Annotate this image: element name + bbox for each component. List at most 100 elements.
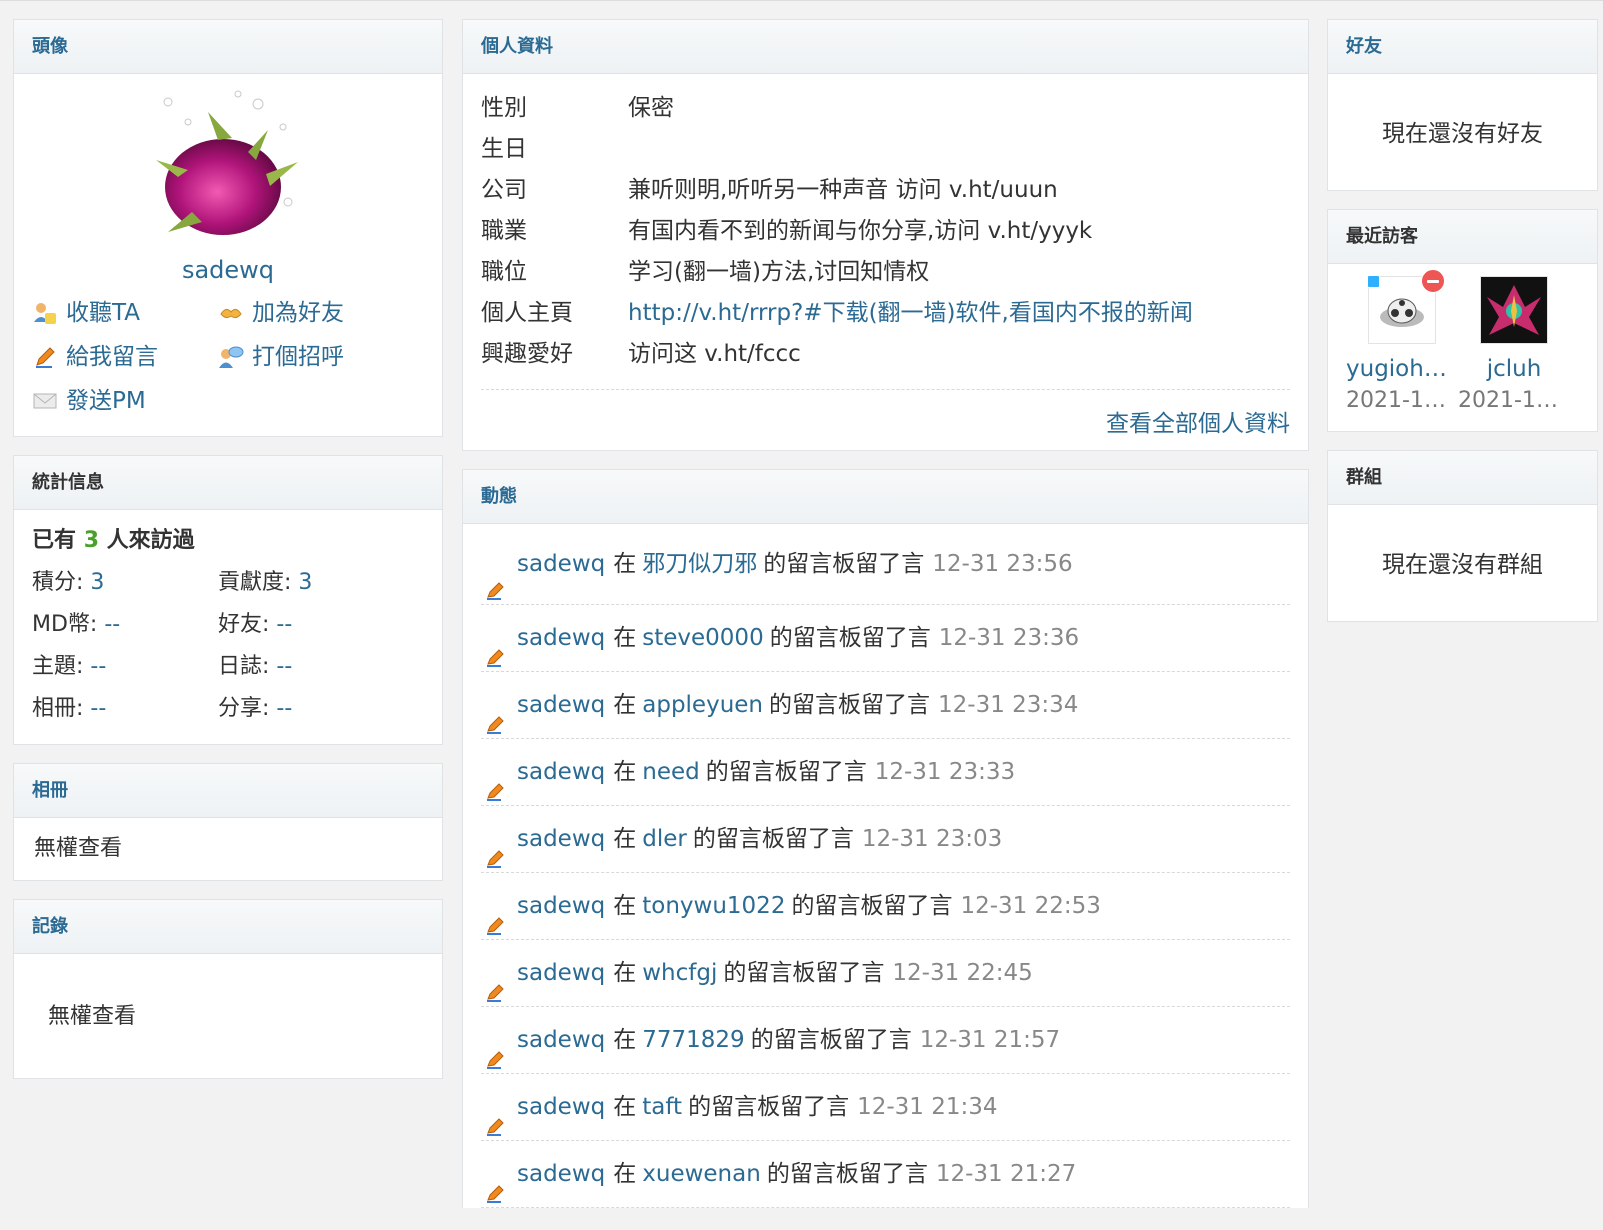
profile-row-position: 職位 学习(翻一墙)方法,讨回知情权: [481, 259, 930, 285]
feed-time: 12-31 23:36: [938, 625, 1080, 651]
feed-action-text: 的留言板留了言: [763, 551, 925, 577]
feed-user-link[interactable]: sadewq: [517, 873, 605, 939]
visitor-item[interactable]: jcluh 2021-12...: [1458, 270, 1570, 431]
feed-target-link[interactable]: appleyuen: [642, 672, 763, 738]
album-box: 相冊 無權查看: [13, 763, 443, 881]
feed-time: 12-31 23:56: [932, 551, 1073, 577]
add-friend-button[interactable]: 加為好友: [218, 294, 418, 332]
feed-time: 12-31 21:57: [919, 1027, 1061, 1053]
view-all-profile-link[interactable]: 查看全部個人資料: [1106, 411, 1290, 437]
feed-action-text: 的留言板留了言: [723, 960, 885, 986]
stat-points-value[interactable]: 3: [90, 570, 104, 595]
stat-threads-value[interactable]: --: [90, 654, 106, 679]
feed-target-link[interactable]: whcfgj: [642, 940, 717, 1006]
feed-connector: 在: [613, 625, 637, 651]
middle-column: 個人資料 性別 保密 生日 公司 兼听则明,听听另一种声音 访问 v.ht/uuun…: [462, 19, 1309, 1226]
feed-user-link[interactable]: sadewq: [517, 940, 605, 1006]
profile-box-title: 個人資料: [463, 20, 1308, 74]
feed-user-link[interactable]: sadewq: [517, 1007, 605, 1073]
stat-threads: 主題: --: [32, 654, 107, 679]
leave-message-button[interactable]: 給我留言: [32, 338, 218, 376]
no-groups-text: 現在還沒有群組: [1382, 552, 1543, 578]
visited-prefix: 已有: [32, 528, 77, 553]
pencil-icon: [485, 1097, 505, 1136]
feed-target-link[interactable]: xuewenan: [642, 1141, 761, 1207]
feed-user-link[interactable]: sadewq: [517, 739, 605, 805]
stat-md-coins-value[interactable]: --: [104, 612, 120, 637]
feed-user-link[interactable]: sadewq: [517, 605, 605, 671]
avatar[interactable]: [148, 82, 308, 242]
feed-target-link[interactable]: 7771829: [642, 1007, 744, 1073]
feed-time: 12-31 23:34: [938, 692, 1079, 718]
visitors-box-title: 最近訪客: [1328, 210, 1597, 264]
feed-user-link[interactable]: sadewq: [517, 672, 605, 738]
feed-box: 動態 sadewq 在邪刀似刀邪 的留言板留了言 12-31 23:56 sadewq 在…: [462, 469, 1309, 1208]
pencil-icon: [485, 628, 505, 667]
feed-user-link[interactable]: sadewq: [517, 1074, 605, 1140]
feed-time: 12-31 23:03: [861, 826, 1003, 852]
visitor-name[interactable]: yugioh0...: [1346, 356, 1458, 382]
follow-button[interactable]: 收聽TA: [32, 294, 218, 332]
record-box-title[interactable]: 記錄: [14, 900, 442, 954]
visitor-item[interactable]: yugioh0... 2021-12...: [1346, 269, 1458, 431]
add-friend-label[interactable]: 加為好友: [252, 294, 344, 332]
stat-blogs-value[interactable]: --: [276, 654, 292, 679]
feed-target-link[interactable]: dler: [642, 806, 687, 872]
stat-friends-value[interactable]: --: [276, 612, 292, 637]
feed-item: sadewq 在 steve0000 的留言板留了言 12-31 23:36: [481, 605, 1290, 672]
feed-target-link[interactable]: tonywu1022: [642, 873, 785, 939]
pencil-icon: [485, 829, 505, 868]
stat-shares-value[interactable]: --: [276, 696, 292, 721]
follow-label[interactable]: 收聽TA: [66, 294, 140, 332]
feed-item: sadewq 在 tonywu1022 的留言板留了言 12-31 22:53: [481, 873, 1290, 940]
stat-contribution: 貢獻度: 3: [218, 570, 313, 595]
remove-icon[interactable]: [1421, 269, 1445, 293]
send-pm-button[interactable]: 發送PM: [32, 382, 218, 420]
feed-box-title[interactable]: 動態: [463, 470, 1308, 524]
visited-count: 3: [83, 528, 99, 553]
feed-item: sadewq 在 taft 的留言板留了言 12-31 21:34: [481, 1074, 1290, 1141]
leave-message-label[interactable]: 給我留言: [66, 338, 158, 376]
visitor-name[interactable]: jcluh: [1458, 356, 1570, 382]
visitor-date: 2021-12...: [1458, 388, 1570, 413]
album-no-permission: 無權查看: [34, 836, 123, 861]
greet-button[interactable]: 打個招呼: [218, 338, 418, 376]
feed-connector: 在: [613, 692, 637, 718]
pencil-icon: [485, 1164, 505, 1203]
visited-suffix: 人來訪過: [106, 528, 195, 553]
visitors-box: 最近訪客 yugioh0... 2021-12... jcluh 2021-12…: [1327, 209, 1598, 432]
profile-row-gender: 性別 保密: [481, 95, 674, 121]
pencil-icon: [485, 963, 505, 1002]
feed-connector: 在: [613, 1027, 637, 1053]
avatar-username[interactable]: sadewq: [32, 256, 424, 284]
stat-albums-value[interactable]: --: [90, 696, 106, 721]
no-friends-text: 現在還沒有好友: [1382, 121, 1543, 147]
greet-label[interactable]: 打個招呼: [252, 338, 344, 376]
visitor-avatar[interactable]: [1367, 269, 1445, 344]
feed-connector: 在: [613, 1161, 637, 1187]
feed-item: sadewq 在 whcfgj 的留言板留了言 12-31 22:45: [481, 940, 1290, 1007]
add-friend-icon: [218, 300, 244, 326]
feed-connector: 在: [613, 759, 637, 785]
stat-contribution-value[interactable]: 3: [298, 570, 312, 595]
avatar-actions: 收聽TA 加為好友 給我留言 打個招呼 發送PM: [32, 284, 424, 436]
feed-target-link[interactable]: need: [642, 739, 699, 805]
feed-user-link[interactable]: sadewq: [517, 524, 605, 604]
feed-target-link[interactable]: taft: [642, 1074, 682, 1140]
feed-user-link[interactable]: sadewq: [517, 1141, 605, 1207]
online-status-icon: [1367, 275, 1380, 288]
send-pm-label[interactable]: 發送PM: [66, 382, 146, 420]
friends-box-title[interactable]: 好友: [1328, 20, 1597, 74]
feed-connector: 在: [613, 1094, 637, 1120]
feed-target-link[interactable]: 邪刀似刀邪: [642, 524, 757, 604]
homepage-link[interactable]: http://v.ht/rrrp?#下载(翻一墙)软件,看国内不报的新闻: [628, 293, 1193, 334]
feed-user-link[interactable]: sadewq: [517, 806, 605, 872]
right-column: 好友 現在還沒有好友 最近訪客 yugioh0... 2021-12... jc…: [1327, 19, 1598, 640]
visitor-avatar[interactable]: [1480, 276, 1548, 344]
groups-box-title: 群組: [1328, 451, 1597, 505]
profile-row-hobbies: 興趣愛好 访问这 v.ht/fccc: [481, 341, 801, 367]
feed-item: sadewq 在 need 的留言板留了言 12-31 23:33: [481, 739, 1290, 806]
record-box: 記錄 無權查看: [13, 899, 443, 1079]
album-box-title[interactable]: 相冊: [14, 764, 442, 818]
feed-target-link[interactable]: steve0000: [642, 605, 763, 671]
